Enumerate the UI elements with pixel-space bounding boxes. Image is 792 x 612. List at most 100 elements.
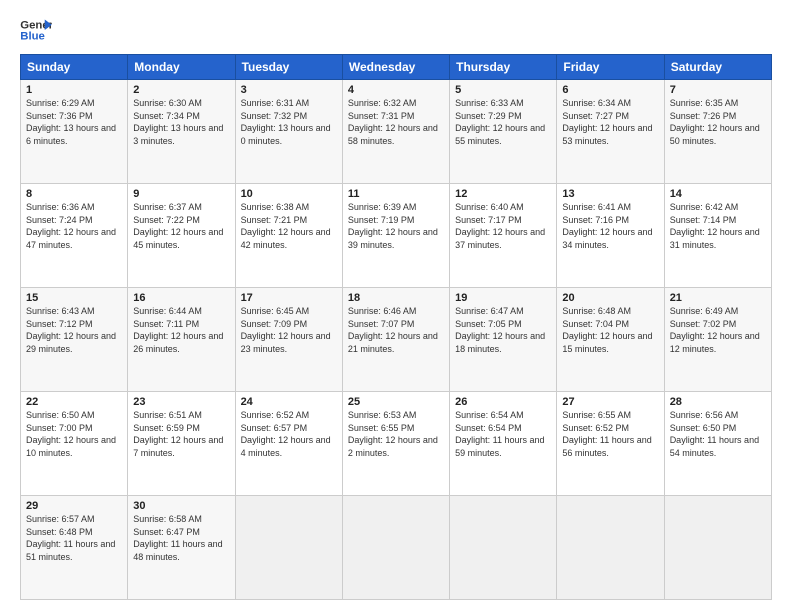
calendar-cell: 8 Sunrise: 6:36 AMSunset: 7:24 PMDayligh… — [21, 184, 128, 288]
calendar-cell: 2 Sunrise: 6:30 AMSunset: 7:34 PMDayligh… — [128, 80, 235, 184]
day-info: Sunrise: 6:46 AMSunset: 7:07 PMDaylight:… — [348, 305, 444, 355]
calendar-cell: 23 Sunrise: 6:51 AMSunset: 6:59 PMDaylig… — [128, 392, 235, 496]
day-number: 14 — [670, 188, 766, 200]
day-info: Sunrise: 6:50 AMSunset: 7:00 PMDaylight:… — [26, 409, 122, 459]
calendar-cell — [235, 496, 342, 600]
day-info: Sunrise: 6:45 AMSunset: 7:09 PMDaylight:… — [241, 305, 337, 355]
day-info: Sunrise: 6:33 AMSunset: 7:29 PMDaylight:… — [455, 97, 551, 147]
calendar-cell: 19 Sunrise: 6:47 AMSunset: 7:05 PMDaylig… — [450, 288, 557, 392]
calendar-cell: 6 Sunrise: 6:34 AMSunset: 7:27 PMDayligh… — [557, 80, 664, 184]
day-info: Sunrise: 6:56 AMSunset: 6:50 PMDaylight:… — [670, 409, 766, 459]
calendar-cell — [342, 496, 449, 600]
calendar-week-1: 1 Sunrise: 6:29 AMSunset: 7:36 PMDayligh… — [21, 80, 772, 184]
day-number: 19 — [455, 292, 551, 304]
calendar-cell: 27 Sunrise: 6:55 AMSunset: 6:52 PMDaylig… — [557, 392, 664, 496]
day-info: Sunrise: 6:51 AMSunset: 6:59 PMDaylight:… — [133, 409, 229, 459]
day-info: Sunrise: 6:57 AMSunset: 6:48 PMDaylight:… — [26, 513, 122, 563]
day-info: Sunrise: 6:43 AMSunset: 7:12 PMDaylight:… — [26, 305, 122, 355]
day-number: 23 — [133, 396, 229, 408]
day-number: 30 — [133, 500, 229, 512]
calendar-cell: 9 Sunrise: 6:37 AMSunset: 7:22 PMDayligh… — [128, 184, 235, 288]
day-number: 17 — [241, 292, 337, 304]
page: General Blue SundayMondayTuesdayWednesda… — [0, 0, 792, 612]
day-number: 27 — [562, 396, 658, 408]
day-number: 21 — [670, 292, 766, 304]
day-info: Sunrise: 6:31 AMSunset: 7:32 PMDaylight:… — [241, 97, 337, 147]
weekday-header-saturday: Saturday — [664, 55, 771, 80]
calendar-cell: 1 Sunrise: 6:29 AMSunset: 7:36 PMDayligh… — [21, 80, 128, 184]
calendar-cell: 28 Sunrise: 6:56 AMSunset: 6:50 PMDaylig… — [664, 392, 771, 496]
day-number: 7 — [670, 84, 766, 96]
calendar-cell: 10 Sunrise: 6:38 AMSunset: 7:21 PMDaylig… — [235, 184, 342, 288]
day-number: 3 — [241, 84, 337, 96]
calendar-cell — [664, 496, 771, 600]
day-info: Sunrise: 6:36 AMSunset: 7:24 PMDaylight:… — [26, 201, 122, 251]
weekday-header-wednesday: Wednesday — [342, 55, 449, 80]
day-number: 8 — [26, 188, 122, 200]
calendar-cell: 5 Sunrise: 6:33 AMSunset: 7:29 PMDayligh… — [450, 80, 557, 184]
day-number: 9 — [133, 188, 229, 200]
day-number: 22 — [26, 396, 122, 408]
logo-icon: General Blue — [20, 16, 52, 44]
day-number: 6 — [562, 84, 658, 96]
day-number: 4 — [348, 84, 444, 96]
day-number: 18 — [348, 292, 444, 304]
day-info: Sunrise: 6:47 AMSunset: 7:05 PMDaylight:… — [455, 305, 551, 355]
calendar-cell: 3 Sunrise: 6:31 AMSunset: 7:32 PMDayligh… — [235, 80, 342, 184]
day-info: Sunrise: 6:58 AMSunset: 6:47 PMDaylight:… — [133, 513, 229, 563]
calendar-cell: 26 Sunrise: 6:54 AMSunset: 6:54 PMDaylig… — [450, 392, 557, 496]
calendar-week-4: 22 Sunrise: 6:50 AMSunset: 7:00 PMDaylig… — [21, 392, 772, 496]
day-number: 29 — [26, 500, 122, 512]
day-info: Sunrise: 6:52 AMSunset: 6:57 PMDaylight:… — [241, 409, 337, 459]
day-number: 16 — [133, 292, 229, 304]
day-info: Sunrise: 6:48 AMSunset: 7:04 PMDaylight:… — [562, 305, 658, 355]
day-info: Sunrise: 6:53 AMSunset: 6:55 PMDaylight:… — [348, 409, 444, 459]
calendar-cell: 15 Sunrise: 6:43 AMSunset: 7:12 PMDaylig… — [21, 288, 128, 392]
weekday-header-friday: Friday — [557, 55, 664, 80]
calendar-cell: 22 Sunrise: 6:50 AMSunset: 7:00 PMDaylig… — [21, 392, 128, 496]
day-info: Sunrise: 6:44 AMSunset: 7:11 PMDaylight:… — [133, 305, 229, 355]
day-info: Sunrise: 6:37 AMSunset: 7:22 PMDaylight:… — [133, 201, 229, 251]
calendar-cell: 29 Sunrise: 6:57 AMSunset: 6:48 PMDaylig… — [21, 496, 128, 600]
day-info: Sunrise: 6:42 AMSunset: 7:14 PMDaylight:… — [670, 201, 766, 251]
calendar-cell — [557, 496, 664, 600]
calendar-week-3: 15 Sunrise: 6:43 AMSunset: 7:12 PMDaylig… — [21, 288, 772, 392]
calendar-cell: 14 Sunrise: 6:42 AMSunset: 7:14 PMDaylig… — [664, 184, 771, 288]
day-number: 12 — [455, 188, 551, 200]
day-info: Sunrise: 6:34 AMSunset: 7:27 PMDaylight:… — [562, 97, 658, 147]
day-info: Sunrise: 6:49 AMSunset: 7:02 PMDaylight:… — [670, 305, 766, 355]
weekday-header-tuesday: Tuesday — [235, 55, 342, 80]
calendar-cell: 12 Sunrise: 6:40 AMSunset: 7:17 PMDaylig… — [450, 184, 557, 288]
calendar-cell — [450, 496, 557, 600]
calendar-cell: 4 Sunrise: 6:32 AMSunset: 7:31 PMDayligh… — [342, 80, 449, 184]
day-number: 28 — [670, 396, 766, 408]
day-number: 20 — [562, 292, 658, 304]
day-info: Sunrise: 6:30 AMSunset: 7:34 PMDaylight:… — [133, 97, 229, 147]
calendar-cell: 24 Sunrise: 6:52 AMSunset: 6:57 PMDaylig… — [235, 392, 342, 496]
weekday-header-monday: Monday — [128, 55, 235, 80]
day-number: 26 — [455, 396, 551, 408]
day-info: Sunrise: 6:55 AMSunset: 6:52 PMDaylight:… — [562, 409, 658, 459]
day-number: 24 — [241, 396, 337, 408]
weekday-header-sunday: Sunday — [21, 55, 128, 80]
day-info: Sunrise: 6:29 AMSunset: 7:36 PMDaylight:… — [26, 97, 122, 147]
day-number: 10 — [241, 188, 337, 200]
calendar-cell: 21 Sunrise: 6:49 AMSunset: 7:02 PMDaylig… — [664, 288, 771, 392]
calendar-cell: 7 Sunrise: 6:35 AMSunset: 7:26 PMDayligh… — [664, 80, 771, 184]
day-number: 11 — [348, 188, 444, 200]
day-info: Sunrise: 6:32 AMSunset: 7:31 PMDaylight:… — [348, 97, 444, 147]
day-info: Sunrise: 6:35 AMSunset: 7:26 PMDaylight:… — [670, 97, 766, 147]
day-number: 2 — [133, 84, 229, 96]
calendar-week-5: 29 Sunrise: 6:57 AMSunset: 6:48 PMDaylig… — [21, 496, 772, 600]
day-info: Sunrise: 6:41 AMSunset: 7:16 PMDaylight:… — [562, 201, 658, 251]
day-info: Sunrise: 6:54 AMSunset: 6:54 PMDaylight:… — [455, 409, 551, 459]
logo: General Blue — [20, 16, 52, 44]
svg-text:Blue: Blue — [20, 31, 45, 43]
calendar-cell: 30 Sunrise: 6:58 AMSunset: 6:47 PMDaylig… — [128, 496, 235, 600]
day-number: 5 — [455, 84, 551, 96]
day-info: Sunrise: 6:40 AMSunset: 7:17 PMDaylight:… — [455, 201, 551, 251]
weekday-header-thursday: Thursday — [450, 55, 557, 80]
day-number: 1 — [26, 84, 122, 96]
calendar-table: SundayMondayTuesdayWednesdayThursdayFrid… — [20, 54, 772, 600]
day-number: 25 — [348, 396, 444, 408]
